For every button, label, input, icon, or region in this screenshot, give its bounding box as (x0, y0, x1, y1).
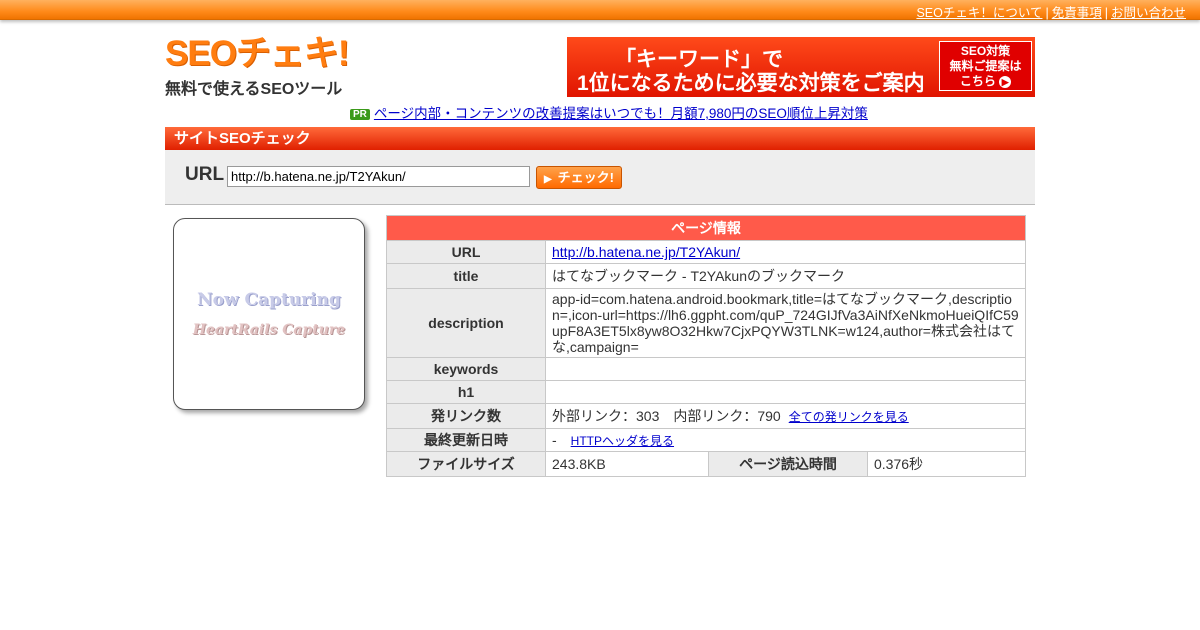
disclaimer-link[interactable]: 免責事項 (1052, 6, 1102, 20)
page-capture-thumbnail: Now Capturing HeartRails Capture (173, 218, 365, 410)
check-button-label: チェック! (557, 170, 615, 185)
http-header-link[interactable]: HTTPヘッダを見る (571, 434, 674, 448)
keywords-value (545, 357, 1026, 381)
table-row: URL http://b.hatena.ne.jp/T2YAkun/ (386, 240, 1026, 264)
top-links: SEOチェキ！について | 免責事項 | お問い合わせ (916, 2, 1186, 21)
description-value: app-id=com.hatena.android.bookmark,title… (545, 288, 1026, 358)
banner-line2: 1位になるために必要な対策をご案内 (577, 72, 925, 95)
loadtime-row-label: ページ読込時間 (708, 451, 868, 477)
logo-subtitle: 無料で使えるSEOツール (165, 81, 343, 98)
url-label: URL (185, 164, 225, 185)
pr-line: PR ページ内部・コンテンツの改善提案はいつでも！月額7,980円のSEO順位上昇… (350, 102, 868, 122)
links-count-value: 外部リンク：303 内部リンク：790 (552, 408, 781, 424)
h1-value (545, 380, 1026, 404)
loadtime-value: 0.376秒 (867, 451, 1026, 477)
banner-cta-box[interactable]: SEO対策 無料ご提案は こちら ▶ (939, 41, 1032, 91)
title-row-label: title (386, 263, 546, 289)
site-logo[interactable]: SEOチェキ! 無料で使えるSEOツール (165, 34, 365, 99)
logo-title: SEOチェキ! (165, 34, 350, 73)
table-row: title はてなブックマーク - T2YAkunのブックマーク (386, 263, 1026, 289)
banner-box-line3: こちら (959, 74, 996, 88)
table-row: ファイルサイズ 243.8KB ページ読込時間 0.376秒 (386, 451, 1026, 477)
contact-link[interactable]: お問い合わせ (1111, 6, 1186, 20)
check-button[interactable]: ▶ チェック! (536, 166, 622, 189)
url-check-panel: URL ▶ チェック! (165, 150, 1035, 205)
updated-row-label: 最終更新日時 (386, 428, 546, 452)
updated-value: - (552, 431, 557, 448)
banner-box-line2: 無料ご提案は (949, 59, 1022, 73)
table-row: 最終更新日時 - HTTPヘッダを見る (386, 428, 1026, 452)
title-value: はてなブックマーク - T2YAkunのブックマーク (545, 263, 1026, 289)
ad-banner[interactable]: 「キーワード」で 1位になるために必要な対策をご案内 SEO対策 無料ご提案は … (567, 37, 1035, 97)
pr-link[interactable]: ページ内部・コンテンツの改善提案はいつでも！月額7,980円のSEO順位上昇対策 (374, 106, 868, 121)
banner-box-line1: SEO対策 (960, 44, 1011, 58)
all-links-link[interactable]: 全ての発リンクを見る (789, 410, 909, 424)
about-link[interactable]: SEOチェキ！について (916, 6, 1042, 20)
table-row: keywords (386, 357, 1026, 381)
filesize-row-label: ファイルサイズ (386, 451, 546, 477)
table-row: description app-id=com.hatena.android.bo… (386, 288, 1026, 358)
play-icon: ▶ (543, 174, 552, 185)
capture-status: Now Capturing (197, 290, 341, 310)
top-separator: | (1104, 6, 1108, 20)
page-info-header: ページ情報 (386, 215, 1026, 241)
filesize-value: 243.8KB (545, 451, 709, 477)
description-row-label: description (386, 288, 546, 358)
page-info-table: ページ情報 URL http://b.hatena.ne.jp/T2YAkun/… (386, 215, 1026, 477)
h1-row-label: h1 (386, 380, 546, 404)
keywords-row-label: keywords (386, 357, 546, 381)
table-row: 発リンク数 外部リンク：303 内部リンク：790 全ての発リンクを見る (386, 403, 1026, 429)
url-row-label: URL (386, 240, 546, 264)
table-row: h1 (386, 380, 1026, 404)
top-separator: | (1045, 6, 1049, 20)
url-value-link[interactable]: http://b.hatena.ne.jp/T2YAkun/ (552, 244, 740, 260)
url-input[interactable] (227, 166, 530, 187)
pr-badge: PR (350, 109, 370, 120)
section-title: サイトSEOチェック (165, 127, 1035, 150)
top-bar: SEOチェキ！について | 免責事項 | お問い合わせ (0, 0, 1200, 20)
arrow-right-icon: ▶ (999, 76, 1012, 88)
links-row-label: 発リンク数 (386, 403, 546, 429)
capture-provider: HeartRails Capture (192, 322, 346, 338)
